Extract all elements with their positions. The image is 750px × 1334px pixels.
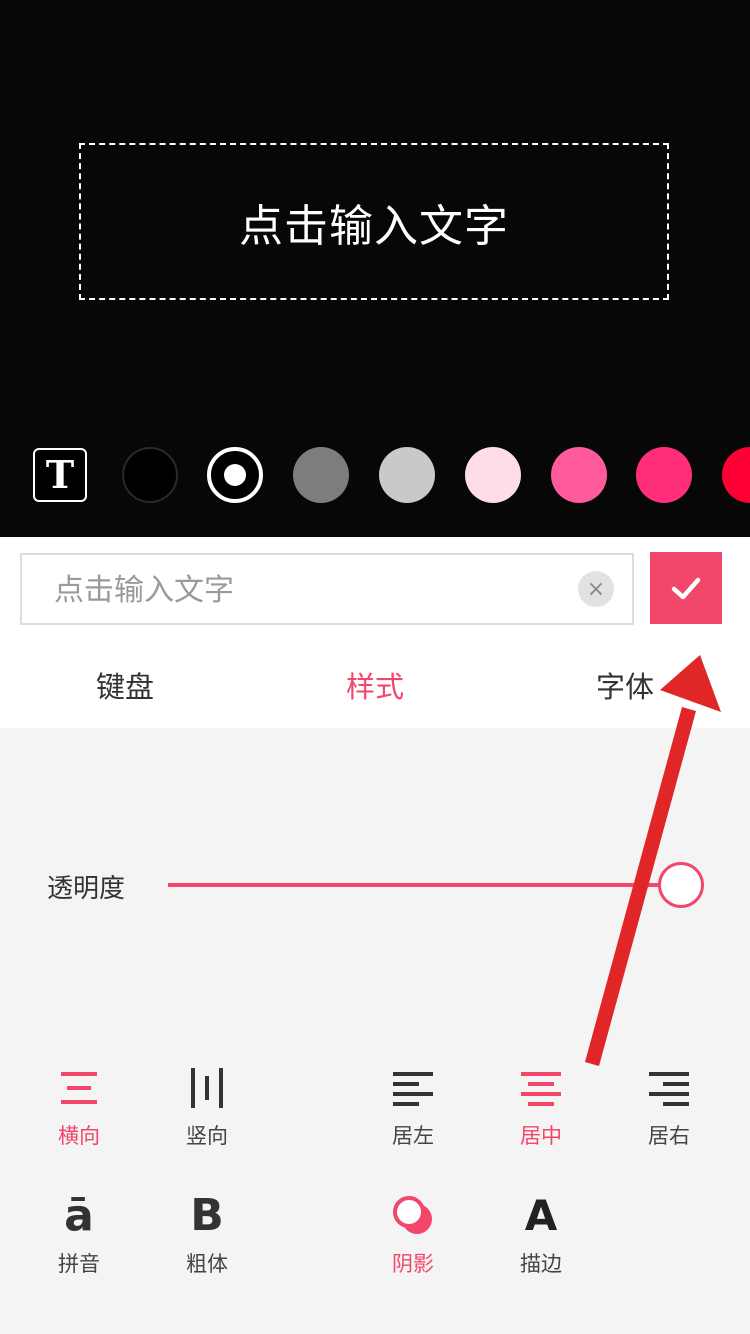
- bold-glyph: B: [190, 1190, 224, 1241]
- color-palette: T: [0, 444, 750, 506]
- clear-icon-glyph: ×: [586, 576, 606, 602]
- tab-keyboard[interactable]: 键盘: [96, 664, 154, 706]
- opacity-slider-thumb[interactable]: [658, 862, 704, 908]
- confirm-button[interactable]: [650, 552, 722, 624]
- opacity-slider-track[interactable]: [168, 883, 668, 887]
- outline-icon: A: [496, 1190, 586, 1242]
- preview-placeholder-text: 点击输入文字: [239, 200, 509, 252]
- pinyin-button[interactable]: ā 拼音: [34, 1190, 124, 1278]
- align-right-icon: [624, 1062, 714, 1114]
- option-label: 横向: [58, 1124, 100, 1148]
- outline-button[interactable]: A 描边: [496, 1190, 586, 1278]
- option-label: 居右: [648, 1124, 690, 1148]
- text-style-button[interactable]: T: [33, 448, 87, 502]
- text-input-field[interactable]: [52, 555, 556, 625]
- align-right-button[interactable]: 居右: [624, 1062, 714, 1150]
- outline-glyph: A: [524, 1191, 558, 1240]
- shadow-button[interactable]: 阴影: [368, 1190, 458, 1278]
- opacity-control: 透明度: [0, 860, 750, 910]
- text-editor-panel: × 键盘 样式 字体: [0, 537, 750, 728]
- bold-button[interactable]: B 粗体: [162, 1190, 252, 1278]
- option-label: 阴影: [392, 1252, 434, 1276]
- tab-style[interactable]: 样式: [346, 664, 404, 706]
- color-swatch-pink[interactable]: [551, 447, 607, 503]
- bold-icon: B: [162, 1190, 252, 1242]
- pinyin-glyph: ā: [64, 1190, 94, 1241]
- color-swatch-red[interactable]: [722, 447, 750, 503]
- layout-horizontal-button[interactable]: 横向: [34, 1062, 124, 1150]
- align-left-icon: [368, 1062, 458, 1114]
- color-swatch-white-selected[interactable]: [207, 447, 263, 503]
- text-t-icon: T: [45, 452, 75, 497]
- color-swatch-gray[interactable]: [293, 447, 349, 503]
- shadow-icon: [368, 1190, 458, 1242]
- option-label: 粗体: [186, 1252, 228, 1276]
- clear-icon[interactable]: ×: [578, 571, 614, 607]
- align-left-button[interactable]: 居左: [368, 1062, 458, 1150]
- text-preview-canvas: 点击输入文字 T: [0, 0, 750, 537]
- vertical-lines-icon: [162, 1062, 252, 1114]
- color-swatch-light-gray[interactable]: [379, 447, 435, 503]
- align-center-button[interactable]: 居中: [496, 1062, 586, 1150]
- option-label: 描边: [520, 1252, 562, 1276]
- color-swatch-hot-pink[interactable]: [636, 447, 692, 503]
- opacity-label: 透明度: [47, 874, 126, 904]
- text-input-wrapper: ×: [20, 553, 634, 625]
- align-center-icon: [496, 1062, 586, 1114]
- pinyin-icon: ā: [34, 1190, 124, 1242]
- option-label: 居左: [392, 1124, 434, 1148]
- option-label: 拼音: [58, 1252, 100, 1276]
- layout-vertical-button[interactable]: 竖向: [162, 1062, 252, 1150]
- color-swatch-black[interactable]: [122, 447, 178, 503]
- text-input-box[interactable]: 点击输入文字: [79, 143, 669, 300]
- checkmark-icon: [671, 577, 701, 600]
- option-label: 竖向: [186, 1124, 228, 1148]
- horizontal-lines-icon: [34, 1062, 124, 1114]
- color-swatch-light-pink[interactable]: [465, 447, 521, 503]
- tab-font[interactable]: 字体: [596, 664, 654, 706]
- option-label: 居中: [520, 1124, 562, 1148]
